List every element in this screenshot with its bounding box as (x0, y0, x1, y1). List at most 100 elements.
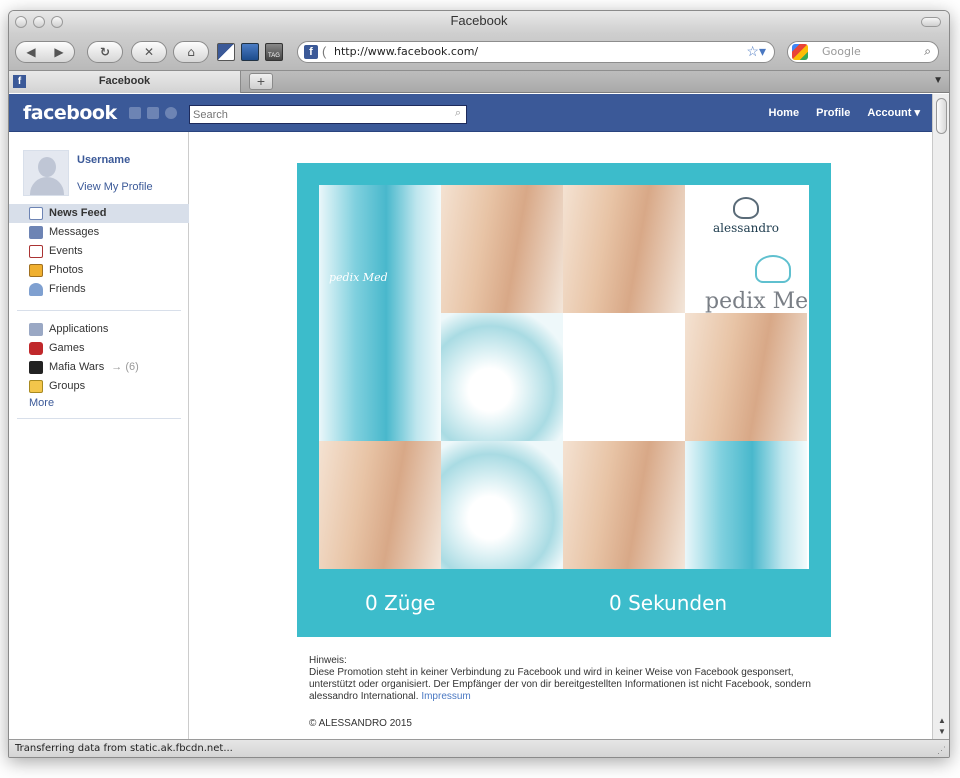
brand-name: alessandro (713, 221, 779, 235)
minimize-window-button[interactable] (33, 16, 45, 28)
page-content: facebook ⌕ Home Profile Account ▾ Userna… (9, 94, 932, 739)
status-text: Transferring data from static.ak.fbcdn.n… (15, 743, 233, 754)
sidebar-item-label: Events (49, 245, 83, 257)
mafia-wars-count: → (6) (111, 361, 139, 373)
mafia-wars-count-value: (6) (125, 361, 139, 373)
facebook-logo[interactable]: facebook (23, 102, 117, 124)
events-icon (29, 245, 43, 258)
reload-button[interactable]: ↻ (87, 41, 123, 63)
sidebar-item-label: Groups (49, 380, 86, 392)
puzzle-tile[interactable]: pedix Med (319, 185, 441, 313)
back-icon[interactable]: ◀ (17, 42, 45, 62)
zoom-window-button[interactable] (51, 16, 63, 28)
scrollbar-thumb[interactable] (936, 98, 947, 134)
username-link[interactable]: Username (77, 154, 130, 166)
sidebar-item-label: Friends (49, 283, 86, 295)
groups-icon (29, 380, 43, 393)
tab-bar: f Facebook + ▼ (9, 71, 949, 93)
puzzle-tile[interactable] (563, 441, 685, 569)
tab-facebook[interactable]: f Facebook (9, 71, 241, 93)
sidebar-item-label: Applications (49, 323, 109, 335)
sidebar-item-messages[interactable]: Messages (9, 223, 189, 242)
moves-counter: 0 Züge (365, 591, 436, 615)
sidebar-item-label: Photos (49, 264, 84, 276)
games-icon (29, 342, 43, 355)
product-name: pedix Mec (705, 289, 807, 313)
google-logo-icon[interactable] (792, 44, 808, 60)
scroll-down-icon[interactable]: ▼ (938, 727, 946, 736)
favicon-separator: ( (322, 44, 327, 59)
address-bar[interactable]: f ( http://www.facebook.com/ ☆▾ (297, 41, 775, 63)
sidebar-item-events[interactable]: Events (9, 242, 189, 261)
status-bar: Transferring data from static.ak.fbcdn.n… (9, 739, 949, 757)
browser-window: Facebook ◀ ▶ ↻ ✕ ⌂ TAG f ( http://www.fac… (8, 10, 950, 758)
toolbar-toggle-button[interactable] (921, 17, 941, 27)
new-tab-button[interactable]: + (249, 73, 273, 90)
sidebar-item-games[interactable]: Games (9, 339, 189, 358)
sidebar-item-news-feed[interactable]: News Feed (9, 204, 189, 223)
puzzle-tile[interactable] (441, 185, 563, 313)
puzzle-tile[interactable] (685, 441, 807, 569)
window-title: Facebook (450, 13, 508, 28)
close-window-button[interactable] (15, 16, 27, 28)
copyright-text: © ALESSANDRO 2015 (309, 718, 412, 729)
puzzle-tile[interactable] (441, 313, 563, 441)
sidebar-item-label: Games (49, 342, 85, 354)
puzzle-tile[interactable] (563, 185, 685, 313)
nav-profile-link[interactable]: Profile (816, 107, 850, 119)
resize-grip-icon[interactable]: ⋰ (937, 745, 946, 756)
puzzle-tile[interactable] (319, 313, 441, 441)
notice-text: Diese Promotion steht in keiner Verbindu… (309, 667, 811, 702)
messages-jewel-icon[interactable] (147, 107, 159, 119)
product-tube-label: pedix Med (329, 271, 388, 284)
home-icon: ⌂ (187, 45, 195, 59)
sidebar-item-photos[interactable]: Photos (9, 261, 189, 280)
facebook-search-input[interactable] (190, 106, 440, 123)
friends-icon (29, 283, 43, 296)
puzzle-tile[interactable] (685, 313, 807, 441)
bookmarklet-icon[interactable] (217, 43, 235, 61)
back-forward-buttons: ◀ ▶ (15, 41, 75, 63)
left-sidebar: Username View My Profile News Feed Messa… (9, 132, 189, 739)
sidebar-item-mafia-wars[interactable]: Mafia Wars → (6) (9, 358, 189, 377)
notifications-icon[interactable] (165, 107, 177, 119)
sidebar-item-friends[interactable]: Friends (9, 280, 189, 299)
bookmark-star-icon[interactable]: ☆▾ (746, 43, 766, 60)
puzzle-tile[interactable] (441, 441, 563, 569)
sidebar-item-applications[interactable]: Applications (9, 320, 189, 339)
puzzle-tile[interactable] (319, 441, 441, 569)
avatar-head-shape (38, 157, 56, 177)
tab-list-icon[interactable]: ▼ (933, 75, 943, 86)
impressum-link[interactable]: Impressum (421, 691, 470, 702)
tag-icon[interactable]: TAG (265, 43, 283, 61)
facebook-favicon-icon: f (304, 45, 318, 59)
avatar[interactable] (23, 150, 69, 196)
puzzle-promo: pedix Med alessandro pedix Mec (297, 163, 831, 637)
photos-icon (29, 264, 43, 277)
stop-icon: ✕ (143, 45, 155, 59)
puzzle-empty-slot[interactable] (563, 313, 685, 441)
puzzle-tile[interactable]: alessandro pedix Mec (685, 185, 807, 313)
sidebar-icon[interactable] (241, 43, 259, 61)
stop-button[interactable]: ✕ (131, 41, 167, 63)
search-icon[interactable]: ⌕ (455, 107, 461, 120)
sidebar-item-label: News Feed (49, 207, 107, 219)
puzzle-stats: 0 Züge 0 Sekunden (297, 569, 831, 637)
sidebar-more-link[interactable]: More (9, 396, 189, 410)
view-profile-link[interactable]: View My Profile (77, 181, 153, 193)
news-feed-icon (29, 207, 43, 220)
scroll-up-icon[interactable]: ▲ (938, 716, 946, 725)
friend-requests-icon[interactable] (129, 107, 141, 119)
vertical-scrollbar[interactable]: ▲ ▼ (932, 94, 949, 739)
search-icon[interactable]: ⌕ (924, 44, 931, 59)
nav-home-link[interactable]: Home (769, 107, 800, 119)
home-button[interactable]: ⌂ (173, 41, 209, 63)
forward-icon[interactable]: ▶ (45, 42, 73, 62)
nav-account-menu[interactable]: Account ▾ (867, 107, 920, 119)
google-search-field[interactable]: Google ⌕ (787, 41, 939, 63)
alessandro-logo-icon (733, 197, 759, 219)
google-search-placeholder: Google (822, 45, 861, 58)
url-text[interactable]: http://www.facebook.com/ (334, 45, 478, 58)
sidebar-item-groups[interactable]: Groups (9, 377, 189, 396)
sliding-puzzle-board: pedix Med alessandro pedix Mec (319, 185, 809, 569)
